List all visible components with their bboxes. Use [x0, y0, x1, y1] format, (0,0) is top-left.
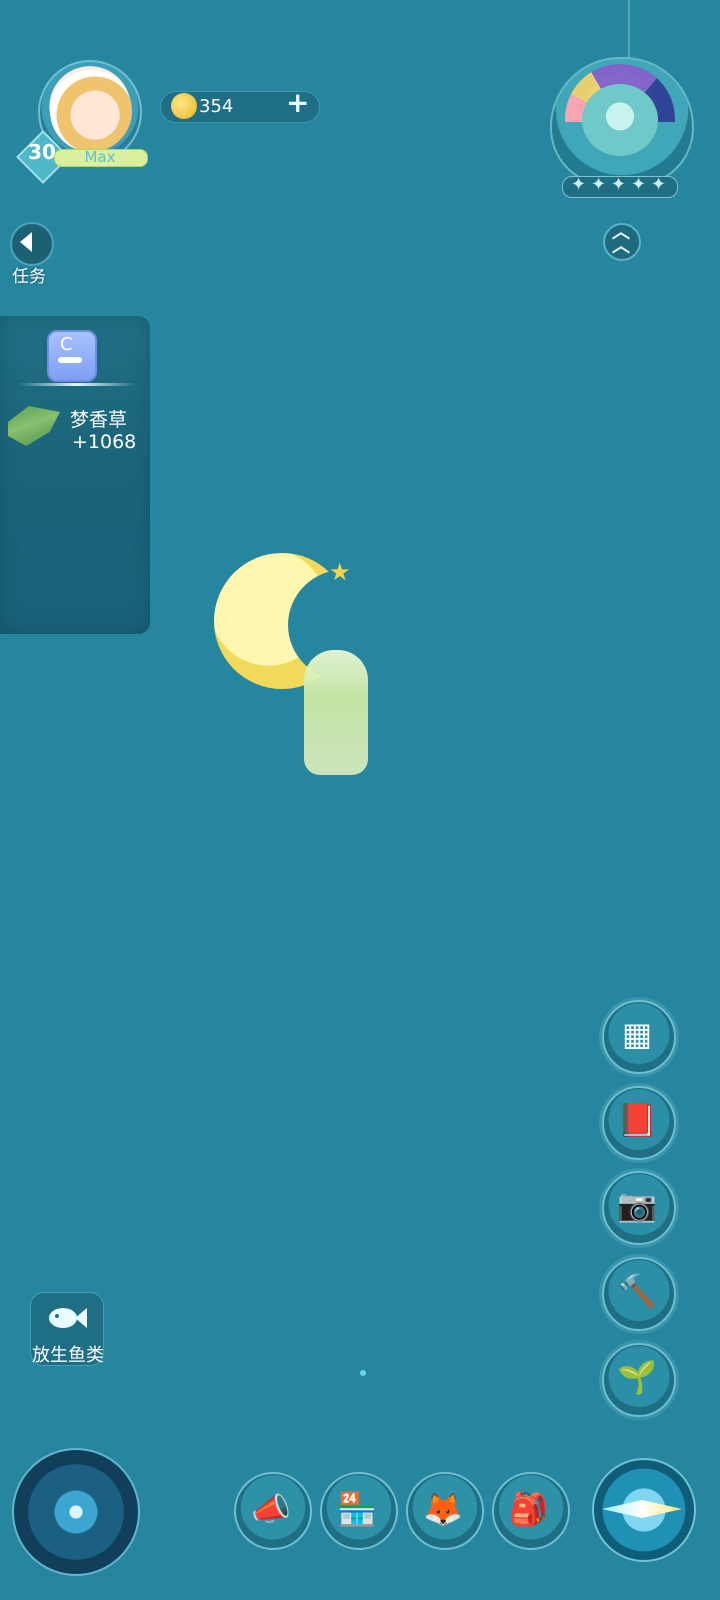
shop-icon: 🏪	[337, 1490, 377, 1528]
chevron-left-icon	[20, 232, 32, 252]
camera-icon: 📷	[617, 1186, 657, 1224]
festival-hammer-icon: 🔨	[617, 1272, 657, 1310]
sparkle-dot	[360, 1370, 366, 1376]
herb-gain: +1068	[72, 431, 137, 453]
star-icon: ★	[329, 558, 351, 586]
coin-icon	[171, 93, 197, 119]
add-coins-button[interactable]: +	[286, 86, 309, 119]
sprout-icon: 🌱	[617, 1358, 657, 1396]
fox-icon: 🦊	[423, 1490, 463, 1528]
rank-star-2: ✦	[591, 174, 607, 195]
backpack-icon: 🎒	[509, 1490, 549, 1528]
rank-star-1: ✦	[571, 174, 587, 195]
release-fish-label: 放生鱼类	[32, 1345, 104, 1366]
panel-divider	[18, 383, 136, 386]
task-button[interactable]	[10, 222, 54, 266]
megaphone-icon: 📣	[251, 1490, 291, 1528]
star-compass-icon[interactable]	[12, 1448, 140, 1576]
chevron-up-icon: ︿ ︿	[612, 222, 630, 257]
flower-book-icon: 📕	[617, 1101, 657, 1139]
task-label: 任务	[12, 267, 46, 287]
garden-scene-icon	[582, 84, 658, 156]
grid-moon-icon: ▦	[621, 1015, 653, 1053]
rank-star-4: ✦	[631, 174, 647, 195]
rank-star-3: ✦	[611, 174, 627, 195]
bag-moon-letter: C	[60, 334, 73, 355]
level-max-label: Max	[84, 148, 116, 166]
herb-name: 梦香草	[70, 409, 128, 431]
hanging-cord	[628, 0, 630, 60]
rank-star-5: ✦	[651, 174, 667, 195]
avatar[interactable]	[50, 70, 132, 152]
bag-strap	[58, 357, 82, 363]
coin-count: 354	[199, 96, 234, 117]
waterfall-icon	[304, 650, 368, 775]
fish-icon	[49, 1308, 87, 1328]
